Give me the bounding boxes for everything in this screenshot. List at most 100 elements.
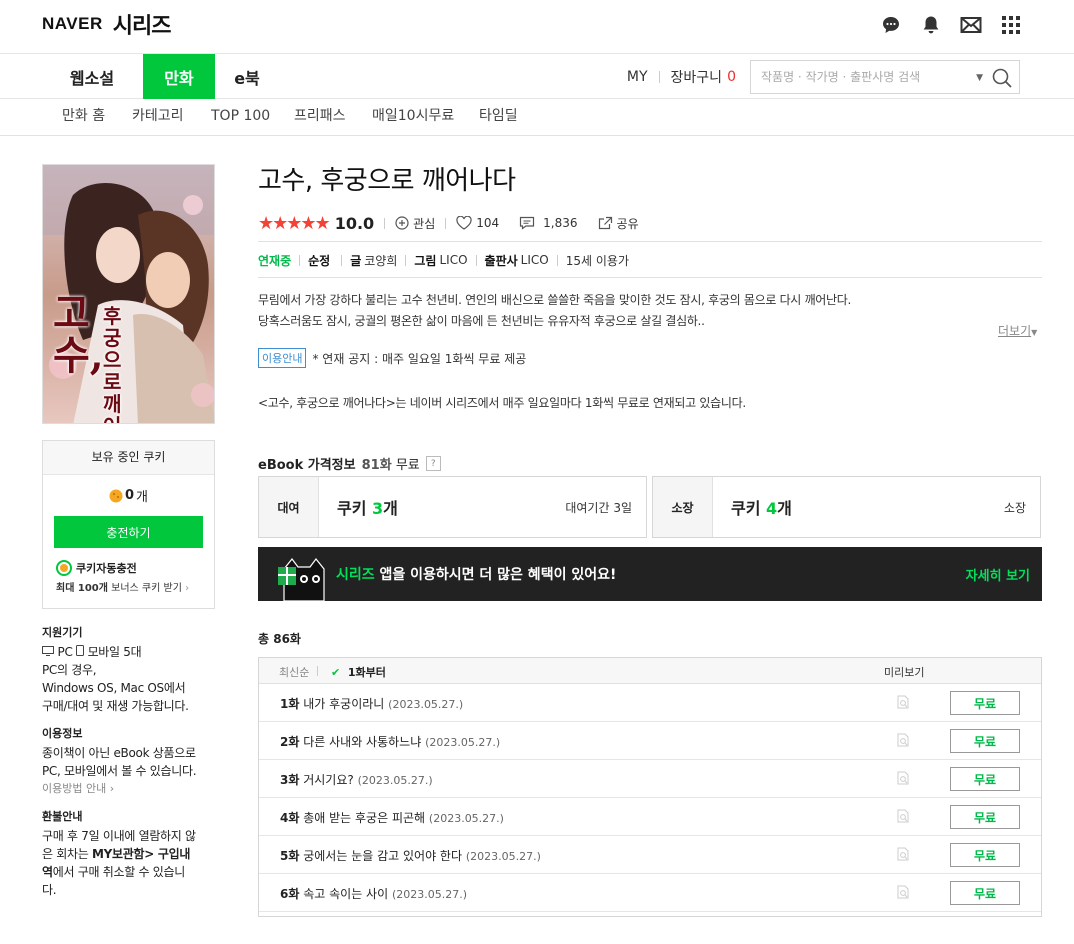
comment-button[interactable]: 1,836	[519, 216, 578, 230]
episode-number: 1화	[280, 697, 300, 711]
subnav-category[interactable]: 카테고리	[132, 99, 184, 135]
subnav-top100[interactable]: TOP 100	[211, 99, 270, 135]
episode-title[interactable]: 6화 속고 속이는 사이 (2023.05.27.)	[280, 885, 467, 902]
preview-icon[interactable]	[896, 885, 910, 902]
episode-title[interactable]: 4화 총애 받는 후궁은 피곤해 (2023.05.27.)	[280, 809, 504, 826]
search-dropdown-icon[interactable]: ▼	[976, 73, 983, 83]
mobile-icon	[76, 645, 88, 659]
more-link[interactable]: 더보기▼	[998, 322, 1037, 339]
sort-first[interactable]: ✔ 1화부터	[331, 664, 386, 680]
preview-icon[interactable]	[896, 809, 910, 826]
my-library-link-end[interactable]: 역	[42, 865, 53, 879]
free-view-button[interactable]: 무료	[950, 691, 1020, 715]
divider	[475, 254, 477, 266]
free-view-button[interactable]: 무료	[950, 729, 1020, 753]
auto-charge-link[interactable]: 쿠키자동충전	[56, 560, 214, 576]
mail-icon[interactable]	[960, 14, 982, 36]
preview-icon[interactable]	[896, 733, 910, 750]
banner-brand: 시리즈	[336, 567, 375, 583]
search-input[interactable]	[761, 69, 961, 84]
episode-row[interactable]: 5화 궁에서는 눈을 감고 있어야 한다 (2023.05.27.) 무료	[259, 836, 1041, 874]
search-icon[interactable]	[991, 67, 1013, 92]
rent-price-box[interactable]: 대여 쿠키 3개 대여기간 3일	[258, 476, 647, 538]
status-badge: 연재중	[258, 253, 292, 268]
episode-rows: 1화 내가 후궁이라니 (2023.05.27.) 무료 2화 다른 사내와 사통하…	[259, 684, 1041, 912]
apps-grid-icon[interactable]	[1000, 14, 1022, 36]
episode-name: 내가 후궁이라니	[303, 697, 385, 711]
own-price-box[interactable]: 소장 쿠키 4개 소장	[652, 476, 1041, 538]
episode-row[interactable]: 6화 속고 속이는 사이 (2023.05.27.) 무료	[259, 874, 1041, 912]
episode-row[interactable]: 1화 내가 후궁이라니 (2023.05.27.) 무료	[259, 684, 1041, 722]
episode-total: 총 86화	[258, 632, 301, 646]
subnav-daily-free[interactable]: 매일10시무료	[372, 99, 454, 135]
subnav-timedeal[interactable]: 타임딜	[479, 99, 518, 135]
nav-right: MY 장바구니 0 ▼	[627, 54, 1020, 99]
auto-charge-bonus: 보너스 쿠키 받기	[107, 583, 182, 594]
episode-title[interactable]: 5화 궁에서는 눈을 감고 있어야 한다 (2023.05.27.)	[280, 847, 541, 864]
own-note: 소장	[1003, 500, 1026, 515]
episode-number: 2화	[280, 735, 300, 749]
share-button[interactable]: 공유	[598, 215, 639, 232]
app-promo-banner[interactable]: 시리즈 앱을 이용하시면 더 많은 혜택이 있어요! 자세히 보기	[258, 547, 1042, 601]
tab-ebook[interactable]: e북	[215, 54, 279, 99]
episode-title[interactable]: 1화 내가 후궁이라니 (2023.05.27.)	[280, 695, 463, 712]
episode-row[interactable]: 4화 총애 받는 후궁은 피곤해 (2023.05.27.) 무료	[259, 798, 1041, 836]
sort-latest[interactable]: 최신순	[279, 664, 309, 680]
free-view-button[interactable]: 무료	[950, 805, 1020, 829]
interest-button[interactable]: 관심	[395, 215, 435, 232]
series-logo: 시리즈	[112, 14, 172, 39]
episode-title[interactable]: 2화 다른 사내와 사통하느냐 (2023.05.27.)	[280, 733, 500, 750]
caret-down-icon: ▼	[1031, 328, 1038, 337]
episode-row[interactable]: 3화 거시기요? (2023.05.27.) 무료	[259, 760, 1041, 798]
bell-icon[interactable]	[920, 14, 942, 36]
subnav-freepass[interactable]: 프리패스	[294, 99, 346, 135]
tab-comics[interactable]: 만화	[143, 54, 215, 99]
synopsis-line: 당혹스러움도 잠시, 궁궐의 평온한 삶이 마음에 든 천년비는 유유자적 후궁…	[258, 314, 705, 328]
episode-date: (2023.05.27.)	[465, 850, 541, 863]
preview-icon[interactable]	[896, 771, 910, 788]
preview-icon[interactable]	[896, 695, 910, 712]
help-icon[interactable]: ?	[425, 456, 441, 471]
own-label: 소장	[653, 477, 713, 537]
cookie-box-header: 보유 중인 쿠키	[43, 441, 214, 475]
like-button[interactable]: 104	[456, 216, 499, 230]
logo[interactable]: NAVER 시리즈	[42, 8, 172, 40]
usage-info-tag[interactable]: 이용안내	[258, 348, 307, 368]
free-view-button[interactable]: 무료	[950, 881, 1020, 905]
episode-name: 총애 받는 후궁은 피곤해	[303, 811, 426, 825]
free-count-value: 81화	[361, 458, 392, 473]
auto-charge-sub[interactable]: 최대 100개 보너스 쿠키 받기 ›	[56, 579, 214, 594]
charge-button[interactable]: 충전하기	[54, 516, 203, 548]
free-view-button[interactable]: 무료	[950, 843, 1020, 867]
episode-list: 최신순 ✔ 1화부터 미리보기 1화 내가 후궁이라니 (2023.05.27.…	[258, 657, 1042, 917]
rating-stars: ★★★★★	[258, 212, 331, 234]
artist-name[interactable]: LICO	[439, 253, 467, 267]
episode-title[interactable]: 3화 거시기요? (2023.05.27.)	[280, 771, 433, 788]
info-section: 지원기기 PC 모바일 5대 PC의 경우, Windows OS, Mac O…	[42, 624, 222, 899]
divider	[658, 70, 660, 83]
banner-detail-link[interactable]: 자세히 보기	[966, 565, 1030, 584]
publisher-name[interactable]: LICO	[521, 253, 549, 267]
cart-link[interactable]: 장바구니	[671, 67, 723, 87]
my-library-link[interactable]: MY보관함> 구입내	[92, 847, 190, 861]
subnav-comics-home[interactable]: 만화 홈	[62, 99, 105, 135]
synopsis: 무림에서 가장 강하다 불리는 고수 천년비. 연인의 배신으로 쓸쓸한 죽음을…	[258, 290, 998, 332]
rent-price: 쿠키 3개	[337, 495, 398, 519]
refund-line: 은 회차는 MY보관함> 구입내	[42, 845, 222, 863]
usage-guide-link[interactable]: 이용방법 안내 ›	[42, 780, 222, 798]
tab-web-novel[interactable]: 웹소설	[52, 54, 132, 99]
like-count: 104	[476, 216, 500, 230]
chat-icon[interactable]	[880, 14, 902, 36]
genre-link[interactable]: 순정	[308, 252, 330, 269]
writer-name[interactable]: 코양희	[364, 252, 397, 269]
preview-icon[interactable]	[896, 847, 910, 864]
device-row: PC 모바일 5대	[42, 643, 222, 661]
episode-number: 4화	[280, 811, 300, 825]
my-link[interactable]: MY	[627, 69, 648, 85]
preview-header: 미리보기	[884, 666, 925, 679]
episode-row[interactable]: 2화 다른 사내와 사통하느냐 (2023.05.27.) 무료	[259, 722, 1041, 760]
divider	[556, 254, 558, 266]
free-view-button[interactable]: 무료	[950, 767, 1020, 791]
divider	[445, 217, 447, 229]
own-count: 4	[766, 499, 778, 518]
